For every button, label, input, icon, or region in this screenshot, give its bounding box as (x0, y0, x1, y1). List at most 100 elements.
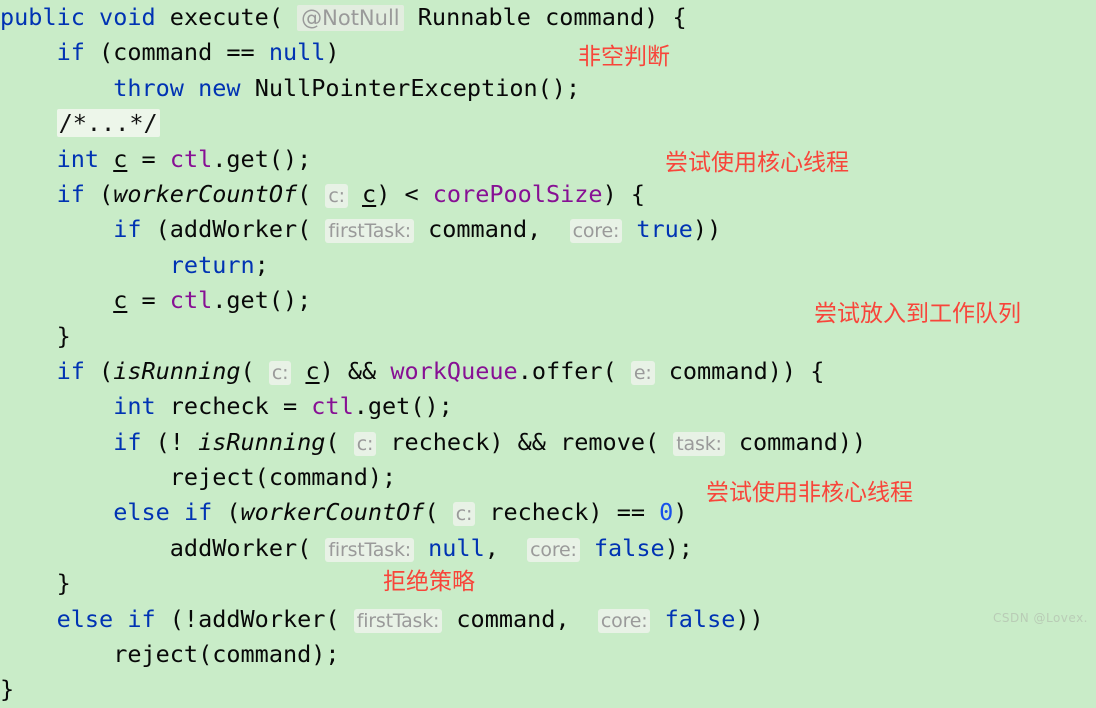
code-token: ( (212, 498, 241, 527)
code-token: (! (141, 427, 199, 456)
code-token: recheck) == (475, 498, 660, 527)
code-token: = (127, 144, 170, 173)
code-line[interactable]: if (workerCountOf( c: c) < corePoolSize)… (0, 177, 1096, 212)
code-token: execute (169, 3, 269, 31)
code-annotation-note: 尝试使用非核心线程 (706, 480, 913, 506)
code-annotation-note: 尝试放入到工作队列 (814, 301, 1021, 327)
code-token: (addWorker( (141, 215, 326, 244)
code-token: reject(command); (169, 463, 397, 492)
code-token: command)) { (654, 356, 825, 385)
code-token: ); (664, 533, 693, 562)
code-token: .offer( (517, 356, 631, 385)
code-token: .get(); (212, 286, 312, 315)
folded-comment-region: /*...*/ (56, 109, 160, 138)
code-token: ) && (319, 356, 391, 385)
code-token: ctl (169, 144, 213, 173)
code-token: recheck = (155, 392, 312, 421)
code-token: c (113, 286, 128, 315)
code-token: NullPointerException(); (240, 73, 581, 102)
code-line[interactable]: public void execute( @NotNull Runnable c… (0, 0, 1096, 35)
code-line[interactable]: addWorker( firstTask: null, core: false)… (0, 531, 1096, 566)
code-line[interactable]: else if (!addWorker( firstTask: command,… (0, 602, 1096, 637)
code-token: ( (240, 356, 269, 385)
code-line[interactable]: if (isRunning( c: c) && workQueue.offer(… (0, 354, 1096, 389)
code-token: .get(); (212, 144, 312, 173)
parameter-hint-chip: core: (569, 219, 623, 244)
code-token: (command == (84, 38, 269, 67)
code-token: false (664, 604, 736, 633)
parameter-hint-chip: firstTask: (325, 219, 414, 244)
code-block[interactable]: public void execute( @NotNull Runnable c… (0, 0, 1096, 708)
parameter-hint-chip: firstTask: (353, 608, 443, 633)
code-line[interactable]: int c = ctl.get(); (0, 142, 1096, 177)
parameter-hint-chip: firstTask: (325, 537, 414, 562)
parameter-hint-chip: c: (325, 183, 348, 208)
code-token: ( (84, 179, 114, 208)
code-line[interactable]: return; (0, 248, 1096, 283)
code-annotation-note: 尝试使用核心线程 (665, 150, 849, 176)
parameter-hint-chip: c: (268, 360, 292, 385)
code-line[interactable]: reject(command); (0, 460, 1096, 495)
code-token: int (113, 392, 156, 421)
code-token: if (113, 215, 142, 244)
code-token: if (56, 179, 85, 208)
code-token: 0 (659, 498, 674, 527)
code-token: ctl (169, 286, 213, 315)
code-line[interactable]: /*...*/ (0, 106, 1096, 141)
code-line[interactable]: } (0, 672, 1096, 707)
code-line[interactable]: } (0, 566, 1096, 601)
code-token: workerCountOf (240, 498, 425, 527)
parameter-hint-chip: e: (630, 360, 655, 385)
code-token: )) (692, 215, 722, 244)
code-token: throw (113, 73, 184, 102)
code-token: if (113, 427, 142, 456)
code-token: ( (325, 427, 354, 456)
code-token: new (198, 73, 241, 102)
code-line[interactable]: if (! isRunning( c: recheck) && remove( … (0, 425, 1096, 460)
code-token: workQueue (390, 356, 518, 385)
parameter-hint-chip: core: (597, 608, 651, 633)
code-token: ) (673, 498, 688, 527)
code-token: isRunning (113, 356, 241, 385)
code-token: public (0, 3, 85, 31)
code-token: ) < (376, 179, 433, 208)
code-line[interactable]: throw new NullPointerException(); (0, 71, 1096, 106)
code-token: command, (413, 215, 570, 244)
code-line[interactable]: if (command == null) (0, 35, 1096, 70)
code-line[interactable]: reject(command); (0, 637, 1096, 672)
code-token: recheck) && remove( (376, 427, 674, 456)
code-line[interactable]: if (addWorker( firstTask: command, core:… (0, 212, 1096, 247)
code-token: corePoolSize (432, 179, 603, 208)
code-token: if (56, 38, 85, 67)
code-token: Runnable command) { (403, 3, 687, 31)
code-token: ( (424, 498, 453, 527)
code-token: addWorker( (169, 533, 326, 562)
code-line[interactable]: int recheck = ctl.get(); (0, 389, 1096, 424)
code-token: workerCountOf (113, 179, 298, 208)
code-annotation-note: 非空判断 (578, 44, 670, 70)
parameter-hint-chip: task: (673, 431, 725, 456)
parameter-hint-chip: core: (527, 537, 580, 562)
code-token: ctl (311, 392, 354, 421)
code-token: false (593, 533, 665, 562)
code-line[interactable]: else if (workerCountOf( c: recheck) == 0… (0, 495, 1096, 530)
code-token: } (0, 675, 15, 704)
code-token: ) (325, 38, 340, 67)
code-token: (!addWorker( (155, 604, 354, 633)
